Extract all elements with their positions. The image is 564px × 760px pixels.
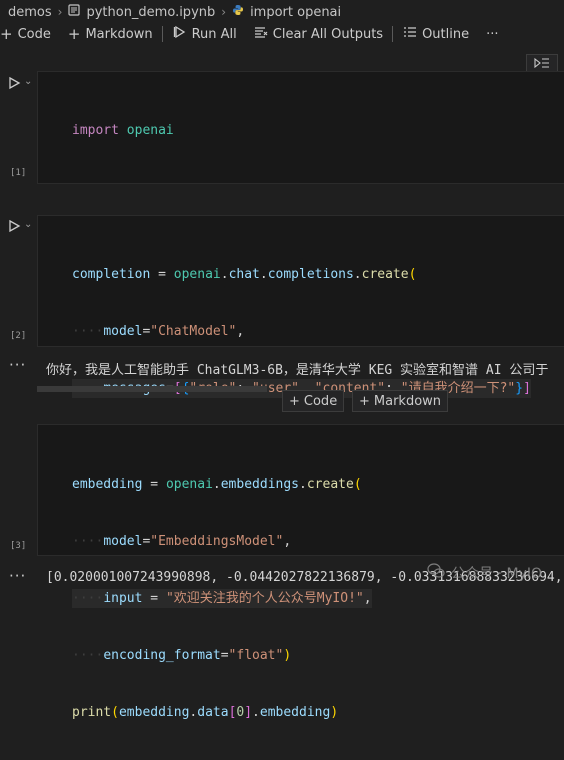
clear-all-outputs-button[interactable]: Clear All Outputs — [254, 25, 383, 43]
watermark: 公众号 · MyIO — [427, 563, 542, 583]
insert-code-cell-button[interactable]: + Code — [282, 390, 345, 412]
code-line: completion = openai.chat.completions.cre… — [72, 267, 417, 282]
toolbar-divider — [161, 26, 163, 42]
code-line: print(embedding.data[0].embedding) — [72, 705, 339, 720]
execution-count: [2] — [10, 331, 27, 341]
wechat-icon — [427, 563, 445, 583]
plus-icon: + — [289, 393, 300, 409]
add-code-button[interactable]: + Code — [0, 24, 51, 43]
play-icon — [9, 219, 21, 233]
run-all-button[interactable]: Run All — [173, 25, 237, 43]
execution-count: [1] — [10, 168, 27, 178]
breadcrumb-item-folder[interactable]: demos — [8, 5, 52, 20]
execution-count: [3] — [10, 541, 27, 551]
toolbar-divider — [392, 26, 394, 42]
chevron-down-icon[interactable]: ⌄ — [24, 76, 32, 87]
notebook-toolbar: + Code + Markdown Run All Clear All Outp… — [0, 24, 516, 44]
run-cell-button[interactable] — [5, 217, 23, 235]
plus-icon: + — [0, 24, 13, 43]
breadcrumb-item-symbol[interactable]: import openai — [250, 5, 341, 20]
code-cell[interactable]: import openai openai.api_key = "Empty" o… — [37, 71, 564, 309]
more-actions-button[interactable]: ··· — [486, 27, 498, 42]
python-icon — [232, 4, 244, 20]
insert-markdown-cell-button[interactable]: + Markdown — [352, 390, 449, 412]
plus-icon: + — [359, 393, 370, 409]
plus-icon: + — [67, 24, 81, 43]
clear-all-icon — [254, 25, 268, 43]
run-cell-button[interactable] — [5, 74, 23, 92]
code-line: ····model="ChatModel", — [72, 324, 245, 339]
output-scrollbar[interactable] — [37, 386, 267, 392]
output-actions-button[interactable]: ··· — [9, 356, 26, 374]
run-all-icon — [173, 25, 187, 43]
output-actions-button[interactable]: ··· — [9, 567, 26, 585]
code-line: ····model="EmbeddingsModel", — [72, 534, 292, 549]
code-line: ····encoding_format="float") — [72, 648, 292, 663]
code-line: import openai — [72, 123, 174, 138]
breadcrumb-item-file[interactable]: python_demo.ipynb — [86, 5, 215, 20]
chevron-down-icon[interactable]: ⌄ — [24, 219, 32, 230]
play-icon — [9, 76, 21, 90]
cell-output: 你好，我是人工智能助手 ChatGLM3-6B，是清华大学 KEG 实验室和智谱… — [46, 363, 549, 378]
chevron-right-icon: › — [57, 5, 63, 19]
notebook-file-icon — [68, 4, 81, 20]
code-line: embedding = openai.embeddings.create( — [72, 477, 362, 492]
outline-button[interactable]: Outline — [403, 25, 469, 43]
code-cell[interactable]: embedding = openai.embeddings.create( ··… — [37, 424, 564, 720]
add-markdown-button[interactable]: + Markdown — [67, 24, 153, 43]
breadcrumb: demos › python_demo.ipynb › import opena… — [8, 2, 341, 22]
chevron-right-icon: › — [221, 5, 227, 19]
code-cell[interactable]: completion = openai.chat.completions.cre… — [37, 215, 564, 510]
list-icon — [403, 25, 417, 43]
